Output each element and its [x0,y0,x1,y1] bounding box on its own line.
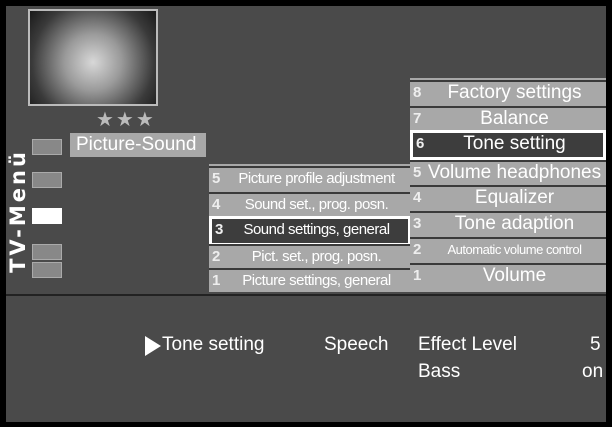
menu-item-picture-settings-general[interactable]: 1 Picture settings, general [209,268,411,292]
menu-item-tone-adaption[interactable]: 3 Tone adaption [410,211,606,235]
play-arrow-icon [145,336,161,356]
item-label: Sound settings, general [243,221,390,238]
menu-item-volume[interactable]: 1 Volume [410,263,606,287]
menu-item-factory-settings[interactable]: 8 Factory settings [410,80,606,104]
item-number: 1 [413,267,422,284]
item-number: 3 [413,215,422,232]
item-label: Volume [482,265,547,286]
menu-item-sound-settings-general[interactable]: 3 Sound settings, general [209,216,411,246]
item-number: 7 [413,110,422,127]
bass-value: on [582,361,604,382]
menu-item-balance[interactable]: 7 Balance [410,106,606,130]
item-number: 4 [212,196,221,213]
item-label: Balance [480,108,549,129]
menu-item-automatic-volume-control[interactable]: 2 Automatic volume control [410,237,606,261]
item-label: Factory settings [447,82,582,103]
item-number: 2 [212,248,221,265]
tv-menu-title: TV-Menü [6,149,30,273]
item-label: Tone adaption [454,213,575,234]
menu-icon-5[interactable] [32,262,62,278]
item-number: 5 [212,170,221,187]
effect-level-value: 5 [590,334,601,355]
sidebar: TV-Menü [6,6,68,292]
item-number: 1 [212,272,221,289]
sound-settings-column: 8 Factory settings 7 Balance 6 Tone sett… [410,78,606,292]
item-label: Volume headphones [427,162,602,183]
menu-icon-2[interactable] [32,172,62,188]
mode-value: Speech [324,334,389,355]
menu-item-picture-profile-adjustment[interactable]: 5 Picture profile adjustment [209,166,411,190]
menu-icon-4[interactable] [32,244,62,260]
menu-item-tone-setting[interactable]: 6 Tone setting [410,130,606,160]
item-number: 5 [413,164,422,181]
rating-stars: ★★★ [96,109,156,131]
picture-sound-label[interactable]: Picture-Sound [70,133,206,157]
picture-sound-icon[interactable] [32,139,62,155]
menu-icon-3[interactable] [32,208,62,224]
item-number: 4 [413,189,422,206]
tv-menu-screen: ★★★ TV-Menü Picture-Sound 5 Picture prof… [6,6,606,422]
effect-level-label: Effect Level [418,334,517,355]
item-number: 2 [413,241,422,258]
item-label: Equalizer [474,187,555,208]
menu-item-volume-headphones[interactable]: 5 Volume headphones [410,160,606,184]
status-panel: Tone setting Speech Effect Level 5 Bass … [6,294,606,422]
item-number: 6 [416,135,425,152]
item-label: Pict. set., prog. posn. [251,248,382,265]
submenu-column: 5 Picture profile adjustment 4 Sound set… [209,164,411,292]
bass-label: Bass [418,361,461,382]
item-label: Picture settings, general [242,272,391,289]
selected-setting-text: Tone setting [162,334,265,355]
menu-item-equalizer[interactable]: 4 Equalizer [410,185,606,209]
item-label: Picture profile adjustment [238,170,395,187]
item-number: 8 [413,84,422,101]
item-number: 3 [215,221,224,238]
item-label: Automatic volume control [447,242,582,257]
item-label: Sound set., prog. posn. [244,196,389,213]
menu-item-pict-set-prog-posn[interactable]: 2 Pict. set., prog. posn. [209,244,411,268]
item-label: Tone setting [463,133,566,154]
menu-item-sound-set-prog-posn[interactable]: 4 Sound set., prog. posn. [209,192,411,216]
